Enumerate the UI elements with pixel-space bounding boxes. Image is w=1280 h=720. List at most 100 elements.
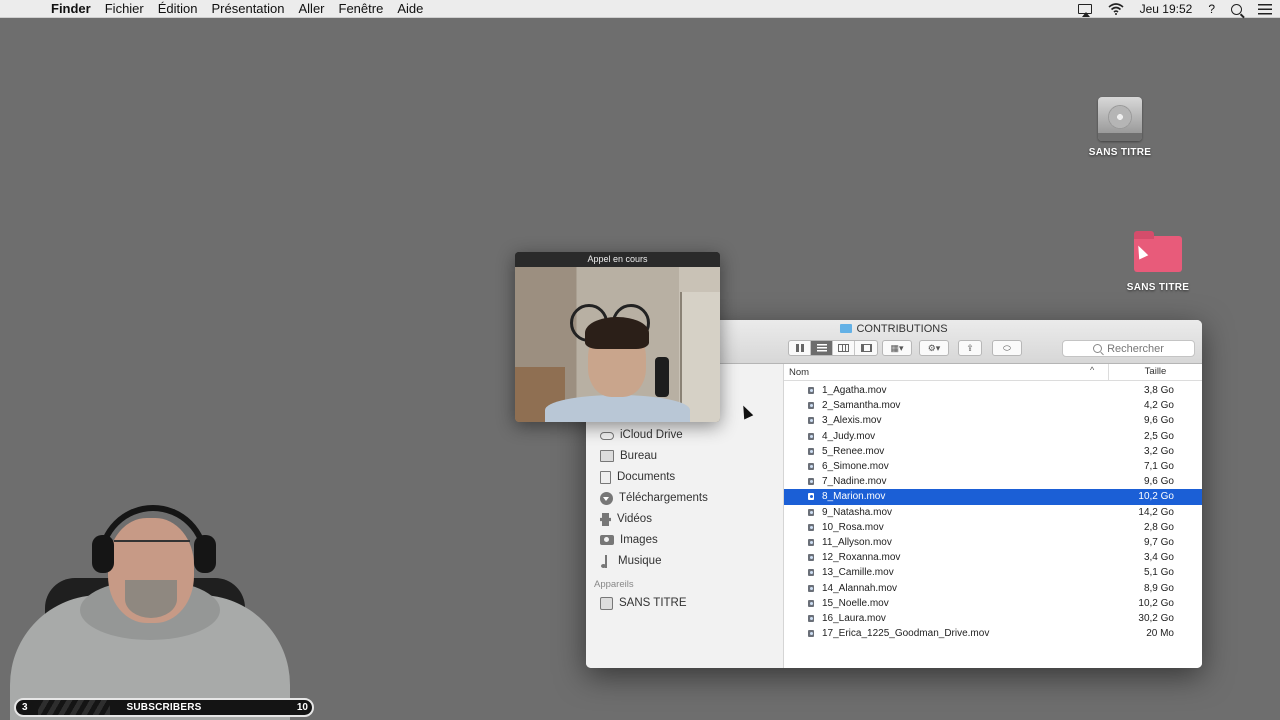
wifi-icon[interactable]: [1108, 3, 1124, 15]
sidebar-item-icloud-drive[interactable]: iCloud Drive: [600, 425, 683, 445]
sidebar-item-label: Images: [620, 534, 658, 546]
file-row[interactable]: 6_Simone.mov 7,1 Go: [784, 459, 1202, 474]
movie-file-icon: [808, 599, 814, 607]
file-row[interactable]: 17_Erica_1225_Goodman_Drive.mov 20 Mo: [784, 626, 1202, 641]
file-row[interactable]: 8_Marion.mov 10,2 Go: [784, 489, 1202, 505]
file-name: 8_Marion.mov: [822, 491, 886, 503]
menu-aide[interactable]: Aide: [390, 1, 430, 16]
sidebar-item-bureau[interactable]: Bureau: [600, 446, 657, 466]
column-view-button[interactable]: [833, 341, 855, 355]
tags-button[interactable]: ⬭: [992, 340, 1022, 356]
file-row[interactable]: 13_Camille.mov 5,1 Go: [784, 565, 1202, 580]
webcam-beard: [125, 580, 177, 618]
file-name: 11_Allyson.mov: [822, 536, 892, 548]
sidebar-item-label: Téléchargements: [619, 492, 708, 504]
airplay-icon[interactable]: [1077, 4, 1092, 17]
video-person-hair: [585, 317, 649, 349]
file-row[interactable]: 2_Samantha.mov 4,2 Go: [784, 398, 1202, 413]
movie-file-icon: [808, 478, 814, 486]
file-row[interactable]: 5_Renee.mov 3,2 Go: [784, 444, 1202, 459]
file-name: 6_Simone.mov: [822, 461, 889, 473]
file-size: 30,2 Go: [1138, 612, 1174, 624]
list-view-button[interactable]: [811, 341, 833, 355]
file-name: 5_Renee.mov: [822, 445, 885, 457]
file-size: 7,1 Go: [1143, 461, 1174, 473]
file-name: 17_Erica_1225_Goodman_Drive.mov: [822, 628, 990, 640]
headphone-right: [194, 535, 216, 573]
file-row[interactable]: 4_Judy.mov 2,5 Go: [784, 429, 1202, 444]
file-size: 2,5 Go: [1143, 430, 1174, 442]
sidebar-item-telechargements[interactable]: Téléchargements: [600, 488, 708, 508]
action-gear-button[interactable]: ⚙▾: [919, 340, 949, 356]
notification-center-icon[interactable]: [1258, 3, 1272, 15]
cover-flow-icon: [860, 344, 872, 352]
icon-view-button[interactable]: [789, 341, 811, 355]
menu-app-finder[interactable]: Finder: [44, 1, 98, 16]
document-icon: [600, 470, 611, 484]
sidebar-item-documents[interactable]: Documents: [600, 467, 675, 487]
menu-edition[interactable]: Édition: [151, 1, 205, 16]
column-header-size[interactable]: Taille: [1108, 364, 1202, 381]
sidebar-item-musique[interactable]: Musique: [600, 551, 661, 571]
desktop-folder[interactable]: SANS TITRE: [1108, 230, 1208, 293]
menu-clock[interactable]: Jeu 19:52: [1140, 2, 1193, 16]
call-window[interactable]: Appel en cours: [515, 252, 720, 422]
tag-icon: ⬭: [1003, 342, 1011, 353]
sidebar-item-videos[interactable]: Vidéos: [600, 509, 652, 529]
call-video-feed: [515, 267, 720, 422]
file-row[interactable]: 16_Laura.mov 30,2 Go: [784, 611, 1202, 626]
file-size: 9,6 Go: [1143, 476, 1174, 488]
streamer-webcam: [0, 500, 296, 720]
file-size: 5,1 Go: [1143, 567, 1174, 579]
file-size: 4,2 Go: [1143, 400, 1174, 412]
file-size: 3,8 Go: [1143, 385, 1174, 397]
file-list: Nom ^ Taille 1_Agatha.mov 3,8 Go 2_Samanth…: [784, 364, 1202, 668]
video-bag: [655, 357, 669, 397]
help-menu-icon[interactable]: ?: [1208, 2, 1215, 16]
gear-icon: ⚙▾: [927, 342, 941, 353]
file-size: 3,2 Go: [1143, 445, 1174, 457]
file-name: 16_Laura.mov: [822, 612, 886, 624]
file-size: 3,4 Go: [1143, 552, 1174, 564]
sidebar-item-label: Vidéos: [617, 513, 652, 525]
file-row[interactable]: 3_Alexis.mov 9,6 Go: [784, 413, 1202, 428]
group-by-button[interactable]: ▦▾: [882, 340, 912, 356]
file-row[interactable]: 10_Rosa.mov 2,8 Go: [784, 520, 1202, 535]
film-icon: [600, 512, 611, 526]
file-size: 2,8 Go: [1143, 521, 1174, 533]
video-person-shirt: [545, 395, 690, 422]
music-note-icon: [600, 554, 612, 568]
file-row[interactable]: 1_Agatha.mov 3,8 Go: [784, 383, 1202, 398]
grid-icon: [795, 344, 804, 352]
group-grid-icon: ▦▾: [890, 342, 904, 353]
file-name: 10_Rosa.mov: [822, 521, 884, 533]
headphone-left: [92, 535, 114, 573]
sidebar-item-sans-titre[interactable]: SANS TITRE: [600, 593, 687, 613]
menu-fichier[interactable]: Fichier: [98, 1, 151, 16]
movie-file-icon: [808, 554, 814, 562]
file-row[interactable]: 9_Natasha.mov 14,2 Go: [784, 505, 1202, 520]
columns-icon: [838, 344, 849, 352]
subscriber-label: SUBSCRIBERS: [126, 702, 202, 713]
menu-aller[interactable]: Aller: [292, 1, 332, 16]
menu-presentation[interactable]: Présentation: [205, 1, 292, 16]
file-name: 15_Noelle.mov: [822, 597, 889, 609]
cloud-icon: [600, 432, 614, 440]
file-row[interactable]: 11_Allyson.mov 9,7 Go: [784, 535, 1202, 550]
share-button[interactable]: ⇪: [958, 340, 982, 356]
file-row[interactable]: 7_Nadine.mov 9,6 Go: [784, 474, 1202, 489]
file-row[interactable]: 12_Roxanna.mov 3,4 Go: [784, 550, 1202, 565]
sidebar-item-images[interactable]: Images: [600, 530, 658, 550]
file-size: 9,7 Go: [1143, 536, 1174, 548]
file-row[interactable]: 14_Alannah.mov 8,9 Go: [784, 580, 1202, 595]
menu-fenetre[interactable]: Fenêtre: [332, 1, 391, 16]
desktop-drive[interactable]: SANS TITRE: [1070, 97, 1170, 158]
file-row[interactable]: 15_Noelle.mov 10,2 Go: [784, 596, 1202, 611]
movie-file-icon: [808, 402, 814, 410]
column-header-name[interactable]: Nom: [789, 367, 809, 378]
spotlight-search-icon[interactable]: [1231, 3, 1242, 15]
cover-flow-button[interactable]: [855, 341, 877, 355]
search-input[interactable]: Rechercher: [1062, 340, 1195, 357]
file-list-header: Nom ^ Taille: [784, 364, 1202, 381]
file-name: 9_Natasha.mov: [822, 506, 893, 518]
